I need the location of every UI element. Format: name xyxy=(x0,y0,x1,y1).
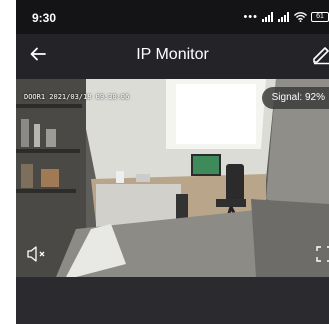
pencil-icon xyxy=(313,47,329,65)
camera-feed[interactable]: DOOR1 2021/03/18 09:30:06 Signal: 92% xyxy=(16,79,329,277)
status-time: 9:30 xyxy=(32,11,57,25)
cell-signal-2-icon xyxy=(278,12,290,22)
page-title: IP Monitor xyxy=(136,46,209,63)
speaker-muted-icon xyxy=(27,246,45,262)
cell-signal-icon xyxy=(262,12,274,22)
fullscreen-icon xyxy=(316,246,329,262)
battery-icon: 61 xyxy=(311,12,329,22)
status-bar: 9:30 ••• 61 xyxy=(16,0,329,34)
app-screen: 9:30 ••• 61 IP Monitor DOOR1 2021/03/18 … xyxy=(16,0,329,324)
fullscreen-button[interactable] xyxy=(315,245,329,263)
controls-panel xyxy=(16,277,329,324)
notification-dots-icon: ••• xyxy=(243,11,258,23)
status-icons: ••• 61 xyxy=(243,11,329,23)
wifi-icon xyxy=(294,12,307,22)
mute-button[interactable] xyxy=(26,245,48,263)
edit-button[interactable] xyxy=(311,42,329,66)
camera-osd-timestamp: DOOR1 2021/03/18 09:30:06 xyxy=(24,93,130,101)
app-bar: IP Monitor xyxy=(16,34,329,74)
signal-strength-badge: Signal: 92% xyxy=(261,87,329,109)
